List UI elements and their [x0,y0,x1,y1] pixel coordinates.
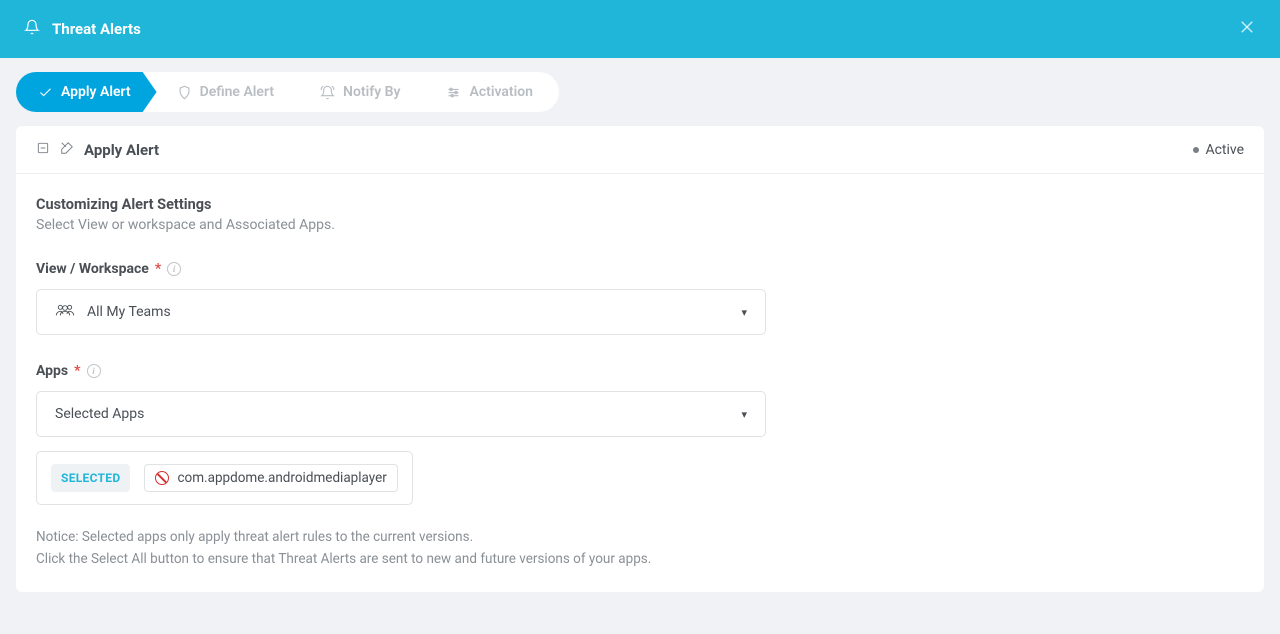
step-label: Define Alert [200,84,274,100]
app-chip-label: com.appdome.androidmediaplayer [177,470,386,486]
header-left: Threat Alerts [24,19,141,39]
card-title: Apply Alert [84,141,159,159]
info-icon[interactable]: i [87,364,101,378]
form-group-apps: Apps * i Selected Apps ▾ SELECTED com.ap… [36,363,1244,505]
status-indicator: Active [1193,142,1244,158]
notice-line-2: Click the Select All button to ensure th… [36,549,1244,571]
step-label: Notify By [343,84,400,100]
status-label: Active [1205,142,1244,158]
view-workspace-select[interactable]: All My Teams ▾ [36,289,766,335]
apps-select[interactable]: Selected Apps ▾ [36,391,766,437]
label-text: Apps [36,363,68,379]
check-icon [38,85,53,100]
section-title: Customizing Alert Settings [36,196,1244,213]
main-card: Apply Alert Active Customizing Alert Set… [16,126,1264,592]
selected-apps-row: SELECTED com.appdome.androidmediaplayer [36,451,413,505]
step-label: Apply Alert [61,84,131,100]
required-mark: * [155,261,161,277]
step-apply-alert[interactable]: Apply Alert [16,72,157,112]
close-icon[interactable] [1238,18,1256,40]
select-content: Selected Apps [55,406,144,422]
sliders-icon [446,85,461,100]
status-dot-icon [1193,147,1199,153]
step-define-alert[interactable]: Define Alert [143,72,300,112]
info-icon[interactable]: i [167,262,181,276]
select-value: Selected Apps [55,406,144,422]
select-value: All My Teams [87,304,171,320]
select-content: All My Teams [55,303,171,321]
step-label: Activation [469,84,533,100]
card-header: Apply Alert Active [16,126,1264,174]
bell-icon [24,19,40,39]
wizard-steps: Apply Alert Define Alert Notify By Activ… [0,58,1280,126]
step-notify-by[interactable]: Notify By [286,72,426,112]
app-chip[interactable]: com.appdome.androidmediaplayer [144,464,397,492]
notice-text: Notice: Selected apps only apply threat … [36,527,1244,570]
bell-ring-icon [320,85,335,100]
section-subtitle: Select View or workspace and Associated … [36,217,1244,233]
card-header-left: Apply Alert [36,140,159,159]
required-mark: * [74,363,80,379]
teams-icon [55,303,75,321]
header-title: Threat Alerts [52,20,141,38]
selected-badge: SELECTED [51,464,130,492]
collapse-icon[interactable] [36,140,50,159]
tools-icon [60,140,74,159]
shield-icon [177,85,192,100]
form-group-view-workspace: View / Workspace * i All My Teams ▾ [36,261,1244,335]
notice-line-1: Notice: Selected apps only apply threat … [36,527,1244,549]
card-body: Customizing Alert Settings Select View o… [16,174,1264,592]
view-workspace-label: View / Workspace * i [36,261,1244,277]
chevron-down-icon: ▾ [741,408,747,421]
prohibit-icon [155,471,169,485]
step-activation[interactable]: Activation [412,72,559,112]
page-header: Threat Alerts [0,0,1280,58]
chevron-down-icon: ▾ [741,306,747,319]
label-text: View / Workspace [36,261,149,277]
apps-label: Apps * i [36,363,1244,379]
